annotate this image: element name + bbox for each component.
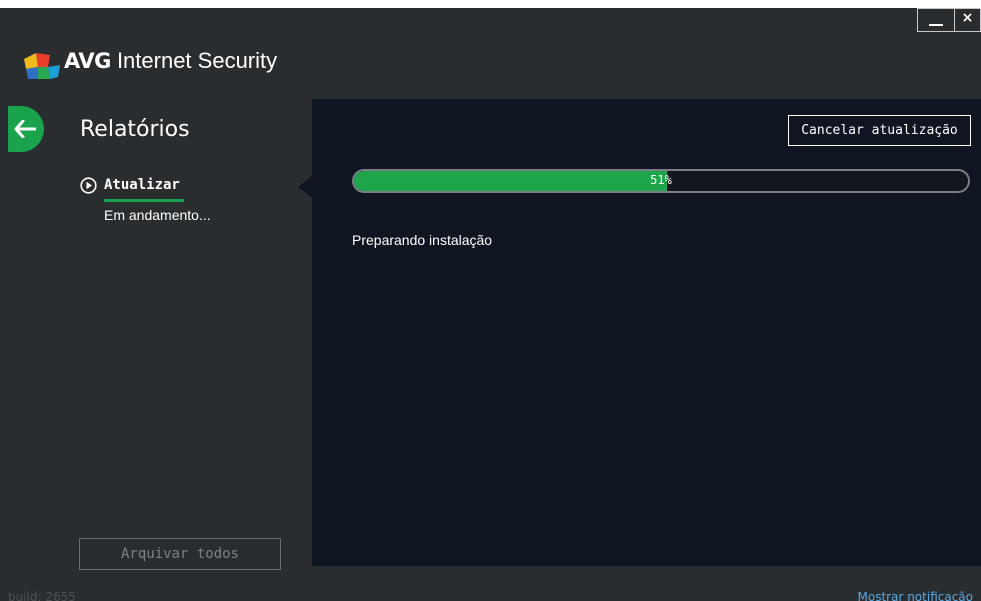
title-bar: AVG Internet Security × xyxy=(0,8,981,98)
cancel-update-button[interactable]: Cancelar atualização xyxy=(788,115,971,146)
update-progress-bar: 51% xyxy=(352,169,970,193)
avg-logo-icon xyxy=(24,53,60,79)
update-status-text: Preparando instalação xyxy=(352,232,493,248)
build-number: build: 2655 xyxy=(8,590,76,601)
progress-percent: 51% xyxy=(650,173,672,187)
report-item-status: Em andamento... xyxy=(104,207,211,223)
show-notification-link[interactable]: Mostrar notificação xyxy=(858,590,973,601)
archive-all-button[interactable]: Arquivar todos xyxy=(79,538,281,570)
brand-name: AVG xyxy=(64,49,111,73)
play-circle-icon xyxy=(80,177,97,194)
product-name: Internet Security xyxy=(110,48,278,73)
selection-underline xyxy=(104,199,184,202)
arrow-left-icon xyxy=(14,120,36,138)
back-button[interactable] xyxy=(8,106,44,152)
app-window: AVG Internet Security × Relatórios Atual… xyxy=(0,8,981,601)
report-item-title: Atualizar xyxy=(104,177,180,193)
main-panel: Cancelar atualização 51% Preparando inst… xyxy=(312,99,981,566)
selection-pointer xyxy=(298,176,312,198)
close-button[interactable]: × xyxy=(954,8,981,32)
close-icon: × xyxy=(961,10,974,26)
app-title: AVG Internet Security xyxy=(64,48,277,74)
minimize-button[interactable] xyxy=(917,8,955,32)
page-title: Relatórios xyxy=(80,117,190,142)
